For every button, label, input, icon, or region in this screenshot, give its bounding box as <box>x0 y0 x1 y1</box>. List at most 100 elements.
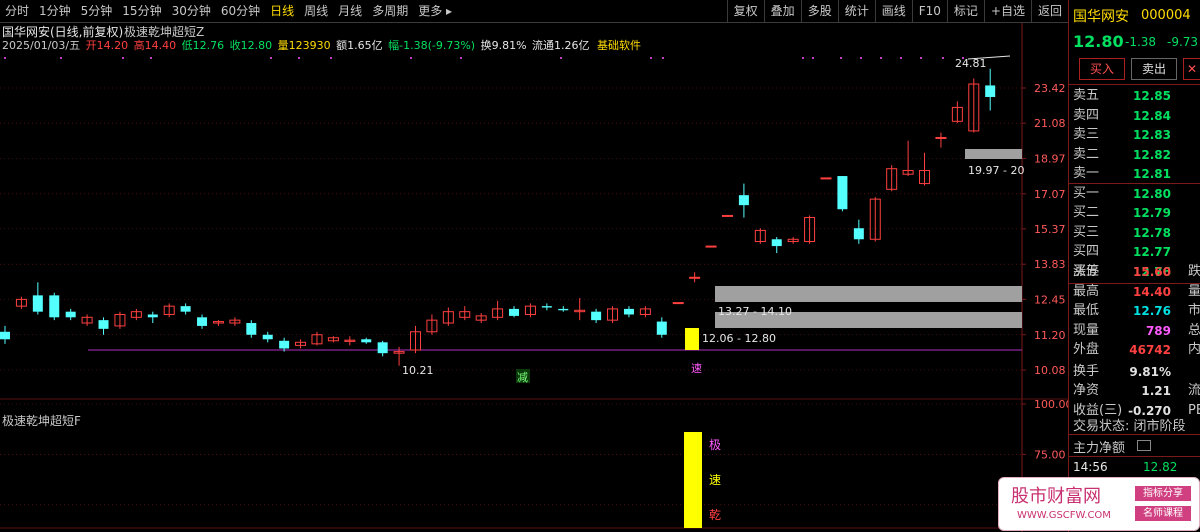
period-tab-1[interactable]: 1分钟 <box>34 0 76 22</box>
order-book-row: 买一 12.80 <box>1073 184 1200 204</box>
candle-body <box>49 295 60 318</box>
top-marker <box>942 57 944 59</box>
order-label: 卖二 <box>1073 146 1100 162</box>
stat-label: 涨停 <box>1073 264 1100 279</box>
buy-button[interactable]: 买入 <box>1079 58 1125 80</box>
period-tab-8[interactable]: 月线 <box>333 0 367 22</box>
candle-body <box>656 321 667 335</box>
tick-price: 12.82 <box>1143 460 1178 474</box>
period-tab-9[interactable]: 多周期 <box>367 0 413 22</box>
top-marker <box>920 57 922 59</box>
high-annotation: 24.81 <box>955 57 987 70</box>
tool-button-0[interactable]: 复权 <box>726 0 764 22</box>
stat-label: 净资 <box>1073 383 1100 398</box>
close-button[interactable]: ✕ <box>1183 58 1200 80</box>
turn-label: 换 <box>481 38 492 52</box>
price-tick-label: 21.08 <box>1034 117 1066 130</box>
candle-body <box>32 295 43 312</box>
zone-label-3: 19.97 - 20 <box>968 164 1024 177</box>
candle-body <box>65 311 76 318</box>
candle-body <box>705 245 717 248</box>
ohlc-info-line: 2025/01/03/五 开14.20 高14.40 低12.76 收12.80… <box>2 38 641 52</box>
period-tab-3[interactable]: 15分钟 <box>117 0 166 22</box>
period-tab-7[interactable]: 周线 <box>299 0 333 22</box>
order-price: 12.78 <box>1133 225 1171 240</box>
signal-yellow-bar <box>685 328 699 350</box>
indicator-tick-label: 100.00 <box>1034 398 1068 411</box>
order-price: 12.83 <box>1133 128 1171 142</box>
indicator-label: 乾 <box>709 508 721 522</box>
tool-button-6[interactable]: 标记 <box>946 0 984 22</box>
candle-body <box>377 342 388 354</box>
period-tab-0[interactable]: 分时 <box>0 0 34 22</box>
stat-label: 外盘 <box>1073 342 1100 357</box>
price-tick-label: 12.45 <box>1034 293 1066 306</box>
stat-extra: 市 <box>1188 303 1200 318</box>
top-marker <box>298 57 300 59</box>
tool-button-8[interactable]: 返回 <box>1030 0 1068 22</box>
kline-chart[interactable]: 23.42 21.08 18.97 17.07 15.37 13.83 12.45 11.20… <box>0 23 1068 532</box>
date-value: 2025/01/03/五 <box>2 39 80 52</box>
stat-extra: 跌 <box>1188 264 1200 279</box>
period-tabs: 分时 1分钟 5分钟 15分钟 30分钟 60分钟 日线 周线 月线 多周期 更多 ▸ <box>0 0 457 22</box>
list-icon[interactable] <box>1137 440 1151 451</box>
candle-body <box>262 334 273 340</box>
period-tab-5[interactable]: 60分钟 <box>216 0 265 22</box>
tool-button-7[interactable]: +自选 <box>983 0 1031 22</box>
tool-button-5[interactable]: F10 <box>911 0 947 22</box>
period-tab-2[interactable]: 5分钟 <box>76 0 118 22</box>
tool-button-1[interactable]: 叠加 <box>763 0 801 22</box>
candle-body <box>0 331 10 340</box>
zone-bar-2 <box>715 286 1022 302</box>
divider <box>1069 84 1200 85</box>
close-icon: ✕ <box>1186 62 1198 76</box>
stat-row: 换手 9.81% <box>1073 362 1200 382</box>
top-marker <box>4 57 6 59</box>
top-marker <box>812 57 814 59</box>
order-label: 卖四 <box>1073 107 1100 123</box>
watermark-tag-2: 名师课程 <box>1135 506 1191 521</box>
sell-button[interactable]: 卖出 <box>1131 58 1177 80</box>
top-marker <box>270 57 272 59</box>
price-tick-label: 23.42 <box>1034 82 1066 95</box>
top-marker <box>900 57 902 59</box>
candle-body <box>541 306 552 308</box>
tool-button-2[interactable]: 多股 <box>800 0 838 22</box>
price-change-pct: -9.73 <box>1167 35 1199 49</box>
candle-body <box>361 339 372 343</box>
low-label: 低 <box>182 39 193 52</box>
stat-extra: 内 <box>1188 342 1200 357</box>
candle-body <box>985 85 996 97</box>
stat-extra: PE <box>1188 402 1200 418</box>
period-tab-6[interactable]: 日线 <box>265 0 299 22</box>
float-label: 流通 <box>532 38 554 52</box>
order-label: 卖三 <box>1073 127 1100 142</box>
stock-name: 国华网安 <box>1073 9 1129 25</box>
tick-time: 14:56 <box>1073 460 1108 474</box>
stat-value: 9.81% <box>1129 364 1171 379</box>
price-tick-label: 10.08 <box>1034 364 1066 377</box>
period-tab-4[interactable]: 30分钟 <box>167 0 216 22</box>
order-book-row: 卖三 12.83 <box>1073 125 1200 145</box>
watermark-tag-1: 指标分享 <box>1135 486 1191 501</box>
candle-body <box>197 317 208 326</box>
indicator-label: 极 <box>709 438 721 452</box>
stat-label: 最低 <box>1073 303 1100 318</box>
order-book-row: 卖一 12.81 <box>1073 164 1200 184</box>
order-book-row: 买二 12.79 <box>1073 203 1200 223</box>
vol-value: 123930 <box>289 39 331 52</box>
tool-button-4[interactable]: 画线 <box>874 0 912 22</box>
stat-label: 现量 <box>1073 322 1100 338</box>
site-watermark: 股市财富网 WWW.GSCFW.COM 指标分享 名师课程 <box>998 477 1200 531</box>
candle-body <box>558 308 569 311</box>
candle-body <box>98 320 109 329</box>
top-marker <box>560 57 562 59</box>
stat-row: 最低 12.76 市 <box>1073 301 1200 321</box>
period-tab-10[interactable]: 更多 ▸ <box>413 0 457 22</box>
tool-button-3[interactable]: 统计 <box>837 0 875 22</box>
candle-body <box>246 323 257 335</box>
chg-label: 幅 <box>388 39 399 52</box>
order-price: 12.84 <box>1133 108 1171 123</box>
candle-body <box>623 308 634 315</box>
order-label: 买一 <box>1073 185 1100 201</box>
